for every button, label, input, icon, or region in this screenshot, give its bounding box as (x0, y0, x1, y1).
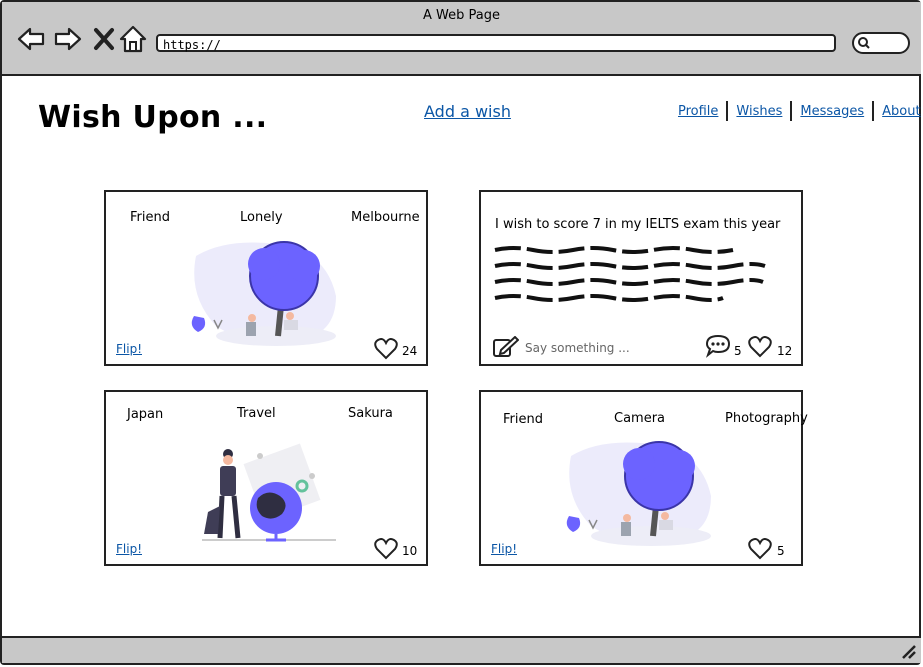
like-count: 5 (777, 544, 785, 558)
nav-link-messages[interactable]: Messages (792, 104, 872, 119)
heart-icon[interactable] (748, 538, 772, 560)
wish-tag[interactable]: Travel (237, 406, 276, 421)
wish-tag[interactable]: Japan (127, 407, 163, 422)
flip-link[interactable]: Flip! (116, 542, 142, 556)
tree-illustration (566, 441, 711, 546)
browser-toolbar: A Web Page https:// (2, 2, 921, 76)
search-icon (858, 37, 870, 49)
flip-link[interactable]: Flip! (491, 542, 517, 556)
comment-input[interactable]: Say something ... (525, 341, 630, 355)
browser-search-box[interactable] (852, 32, 910, 54)
browser-window: A Web Page https:// Wish Upon ... Add a … (0, 0, 921, 665)
wish-card: Friend Camera Photography Flip! 5 (479, 390, 808, 566)
nav-link-about[interactable]: About (874, 104, 923, 119)
like-count: 24 (402, 344, 418, 358)
wish-card: Friend Lonely Melbourne Flip! 24 (104, 190, 428, 366)
comment-count: 5 (734, 344, 742, 358)
comment-icon[interactable] (705, 334, 731, 358)
heart-icon[interactable] (374, 538, 398, 560)
wish-tag[interactable]: Photography (725, 411, 808, 426)
flip-link[interactable]: Flip! (116, 342, 142, 356)
wish-tag[interactable]: Lonely (240, 210, 283, 225)
nav-link-wishes[interactable]: Wishes (728, 104, 790, 119)
globe-traveler-illustration (202, 443, 336, 542)
window-title: A Web Page (423, 8, 500, 23)
wish-tag[interactable]: Friend (503, 412, 543, 427)
resize-icon[interactable] (899, 642, 917, 660)
wish-card: Japan Travel Sakura Flip! 10 (104, 390, 428, 566)
heart-icon[interactable] (748, 336, 772, 358)
heart-icon[interactable] (374, 338, 398, 360)
site-logo[interactable]: Wish Upon ... (38, 100, 267, 135)
like-count: 10 (402, 544, 418, 558)
browser-status-bar (2, 636, 921, 663)
wish-tag[interactable]: Camera (614, 411, 665, 426)
tree-illustration (191, 241, 336, 346)
wish-tag[interactable]: Friend (130, 210, 170, 225)
pencil-icon[interactable] (493, 336, 519, 358)
back-arrow-icon[interactable] (16, 24, 46, 54)
home-icon[interactable] (118, 24, 148, 54)
wish-tag[interactable]: Melbourne (351, 210, 420, 225)
like-count: 12 (777, 344, 793, 358)
close-icon[interactable] (90, 24, 120, 54)
wish-tag[interactable]: Sakura (348, 406, 393, 421)
wish-text: I wish to score 7 in my IELTS exam this … (495, 217, 781, 232)
main-navigation: Profile Wishes Messages About (670, 101, 923, 121)
nav-link-profile[interactable]: Profile (670, 104, 726, 119)
forward-arrow-icon[interactable] (53, 24, 83, 54)
address-bar[interactable]: https:// (156, 34, 836, 52)
redacted-text-placeholder (494, 246, 766, 302)
wish-card: I wish to score 7 in my IELTS exam this … (479, 190, 803, 366)
add-wish-link[interactable]: Add a wish (424, 102, 511, 121)
